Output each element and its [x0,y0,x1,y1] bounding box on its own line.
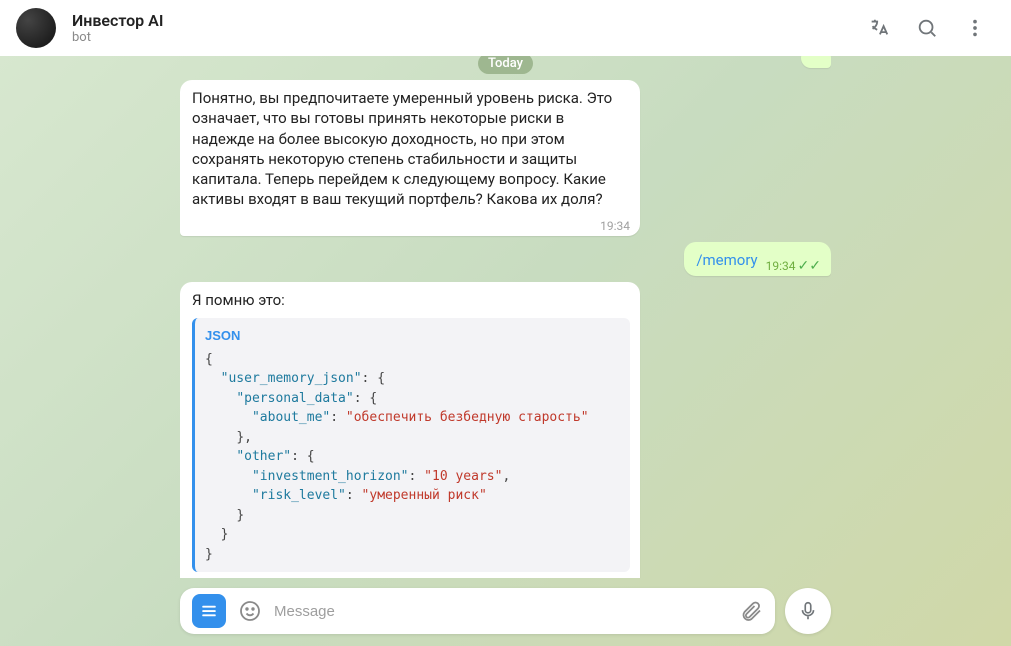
date-label: Today [478,56,533,74]
chat-subtitle: bot [72,30,851,45]
message-input-box [180,588,775,634]
attach-icon[interactable] [739,599,763,623]
code-language-label: JSON [205,326,620,346]
menu-button[interactable] [192,594,226,628]
header-actions [867,16,987,40]
message-input[interactable] [274,603,727,620]
chat-header: Инвестор AI bot [0,0,1011,56]
chat-area: Today Понятно, вы предпочитаете умеренны… [0,56,1011,646]
header-title-block[interactable]: Инвестор AI bot [72,11,851,45]
messages-scroll[interactable]: Today Понятно, вы предпочитаете умеренны… [180,56,831,578]
message-intro: Я помню это: [192,290,630,310]
bubble: /memory 19:34 ✓✓ [684,242,831,276]
code-block: JSON { "user_memory_json": { "personal_d… [192,318,630,572]
message-incoming[interactable]: Понятно, вы предпочитаете умеренный уров… [180,80,831,236]
input-row [180,578,831,646]
emoji-icon[interactable] [238,599,262,623]
command-link[interactable]: /memory [696,251,757,269]
message-time: 19:34 [600,218,630,234]
avatar[interactable] [16,8,56,48]
message-text: Понятно, вы предпочитаете умеренный уров… [192,89,612,208]
more-icon[interactable] [963,16,987,40]
search-icon[interactable] [915,16,939,40]
message-incoming[interactable]: Я помню это: JSON { "user_memory_json": … [180,282,831,578]
chat-name: Инвестор AI [72,11,851,30]
voice-button[interactable] [785,588,831,634]
read-checks-icon: ✓✓ [798,259,821,273]
message-time: 19:34 ✓✓ [766,258,821,274]
date-separator: Today [180,56,831,74]
bubble: Понятно, вы предпочитаете умеренный уров… [180,80,640,236]
message-outgoing[interactable]: /memory 19:34 ✓✓ [180,242,831,276]
translate-icon[interactable] [867,16,891,40]
bubble: Я помню это: JSON { "user_memory_json": … [180,282,640,578]
